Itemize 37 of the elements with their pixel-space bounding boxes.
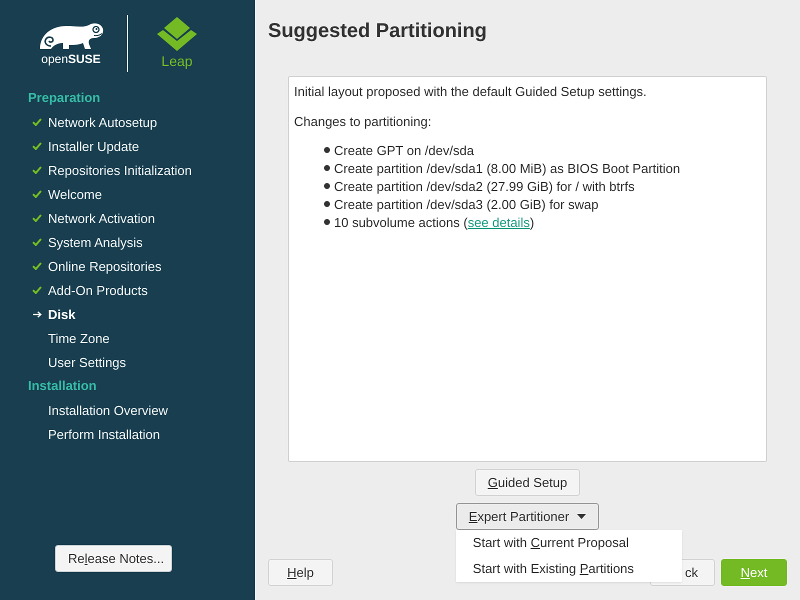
sidebar-step: Welcome [48, 186, 102, 202]
change-item: Create GPT on /dev/sda [334, 142, 474, 158]
sidebar-step: Online Repositories [48, 258, 162, 274]
change-item: Create partition /dev/sda3 (2.00 GiB) for swap [334, 196, 598, 212]
menu-item[interactable]: Start with Current Proposal [456, 530, 682, 556]
sidebar-step: Perform Installation [48, 426, 160, 442]
sidebar-step: User Settings [48, 354, 126, 370]
bullet-icon [324, 201, 330, 207]
help-button[interactable]: Help [268, 559, 333, 586]
guided-setup-button[interactable]: Guided Setup [474, 469, 580, 496]
brand-name: openSUSE [41, 52, 101, 66]
sidebar-step: Repositories Initialization [48, 162, 192, 178]
sidebar-step: Installer Update [48, 138, 140, 154]
sidebar-step: System Analysis [48, 234, 143, 250]
change-item: 10 subvolume actions (see details) [334, 214, 534, 230]
stacked-chevrons-icon [157, 17, 197, 51]
sidebar-step: Installation Overview [48, 402, 168, 418]
bullet-icon [324, 183, 330, 189]
caret-down-icon [577, 514, 586, 519]
product-name: Leap [161, 53, 193, 69]
page-title: Suggested Partitioning [268, 19, 487, 44]
bullet-icon [324, 219, 330, 225]
expert-partitioner-button[interactable]: Expert Partitioner [456, 503, 600, 530]
release-notes-button[interactable]: Release Notes... [55, 545, 172, 572]
sidebar-step: Disk [48, 306, 76, 322]
sidebar-step: Network Autosetup [48, 114, 158, 130]
sidebar-step: Network Activation [48, 210, 155, 226]
intro-text: Initial layout proposed with the default Guided Setup settings. [294, 83, 647, 101]
bullet-icon [324, 165, 330, 171]
section-heading: Preparation [28, 89, 100, 107]
bullet-icon [324, 147, 330, 153]
section-heading: Installation [28, 377, 97, 395]
changes-heading: Changes to partitioning: [294, 113, 432, 131]
sidebar-step: Time Zone [48, 330, 110, 346]
change-item: Create partition /dev/sda2 (27.99 GiB) for / with btrfs [334, 178, 635, 194]
sidebar-step: Add-On Products [48, 282, 148, 298]
change-item: Create partition /dev/sda1 (8.00 MiB) as BIOS Boot Partition [334, 160, 680, 176]
